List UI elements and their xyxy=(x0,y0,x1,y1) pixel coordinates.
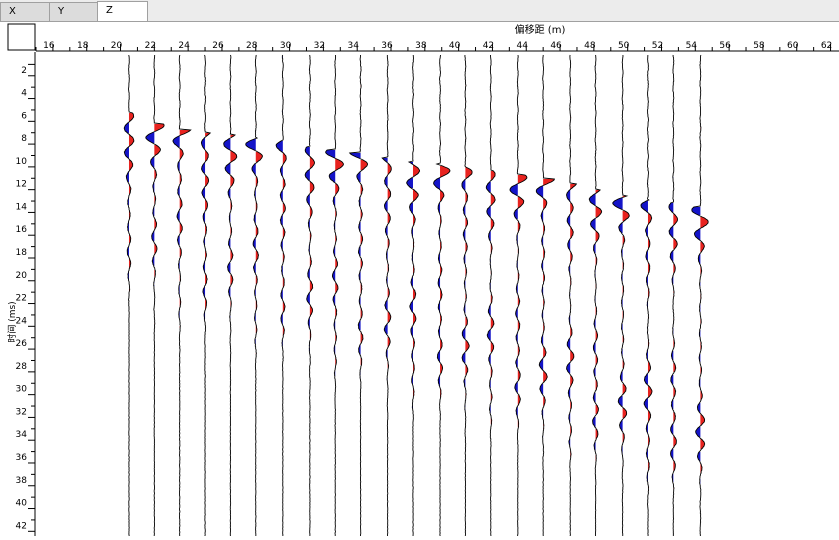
x-tick-label: 44 xyxy=(517,41,529,51)
y-tick-label: 4 xyxy=(21,89,27,99)
y-tick-label: 20 xyxy=(16,271,28,281)
y-tick-label: 28 xyxy=(16,362,28,372)
x-tick-label: 48 xyxy=(584,41,596,51)
y-tick-label: 8 xyxy=(21,134,27,144)
y-tick-label: 10 xyxy=(16,157,28,167)
x-tick-label: 50 xyxy=(618,41,630,51)
y-tick-label: 42 xyxy=(16,521,27,531)
x-tick-label: 34 xyxy=(347,41,359,51)
tab-x[interactable]: X xyxy=(0,2,51,21)
x-tick-label: 52 xyxy=(652,41,663,51)
tab-y[interactable]: Y xyxy=(49,2,99,21)
seismic-plot: 1618202224262830323436384042444648505254… xyxy=(0,22,839,536)
x-tick-label: 22 xyxy=(145,41,156,51)
x-tick-label: 40 xyxy=(449,41,461,51)
x-tick-label: 32 xyxy=(314,41,325,51)
x-tick-label: 56 xyxy=(719,41,731,51)
y-tick-label: 40 xyxy=(16,499,28,509)
y-tick-label: 12 xyxy=(16,180,27,190)
x-tick-label: 28 xyxy=(246,41,258,51)
x-tick-label: 30 xyxy=(280,41,292,51)
y-tick-label: 18 xyxy=(16,248,28,258)
x-tick-label: 20 xyxy=(111,41,123,51)
x-tick-label: 60 xyxy=(787,41,799,51)
x-tick-label: 24 xyxy=(178,41,190,51)
x-tick-label: 26 xyxy=(212,41,224,51)
y-tick-label: 6 xyxy=(21,111,27,121)
x-tick-label: 38 xyxy=(415,41,427,51)
x-tick-label: 54 xyxy=(686,41,698,51)
y-tick-label: 2 xyxy=(21,66,27,76)
y-tick-label: 16 xyxy=(16,225,28,235)
x-tick-label: 16 xyxy=(43,41,55,51)
x-tick-label: 42 xyxy=(483,41,494,51)
x-tick-label: 36 xyxy=(381,41,393,51)
x-tick-label: 18 xyxy=(77,41,89,51)
x-tick-label: 46 xyxy=(550,41,562,51)
y-axis-title: 时间 (ms) xyxy=(6,301,18,342)
y-tick-label: 14 xyxy=(16,202,28,212)
x-tick-label: 62 xyxy=(821,41,832,51)
tab-z[interactable]: Z xyxy=(97,1,148,21)
y-tick-label: 34 xyxy=(16,430,28,440)
x-axis-title: 偏移距 (m) xyxy=(515,23,566,36)
component-tab-bar: X Y Z xyxy=(0,0,839,22)
x-tick-label: 58 xyxy=(753,41,765,51)
y-tick-label: 36 xyxy=(16,453,28,463)
seismic-plot-panel: 1618202224262830323436384042444648505254… xyxy=(0,22,839,536)
y-tick-label: 38 xyxy=(16,476,28,486)
y-tick-label: 32 xyxy=(16,407,27,417)
axis-corner-box xyxy=(8,24,35,50)
y-tick-label: 30 xyxy=(16,385,28,395)
